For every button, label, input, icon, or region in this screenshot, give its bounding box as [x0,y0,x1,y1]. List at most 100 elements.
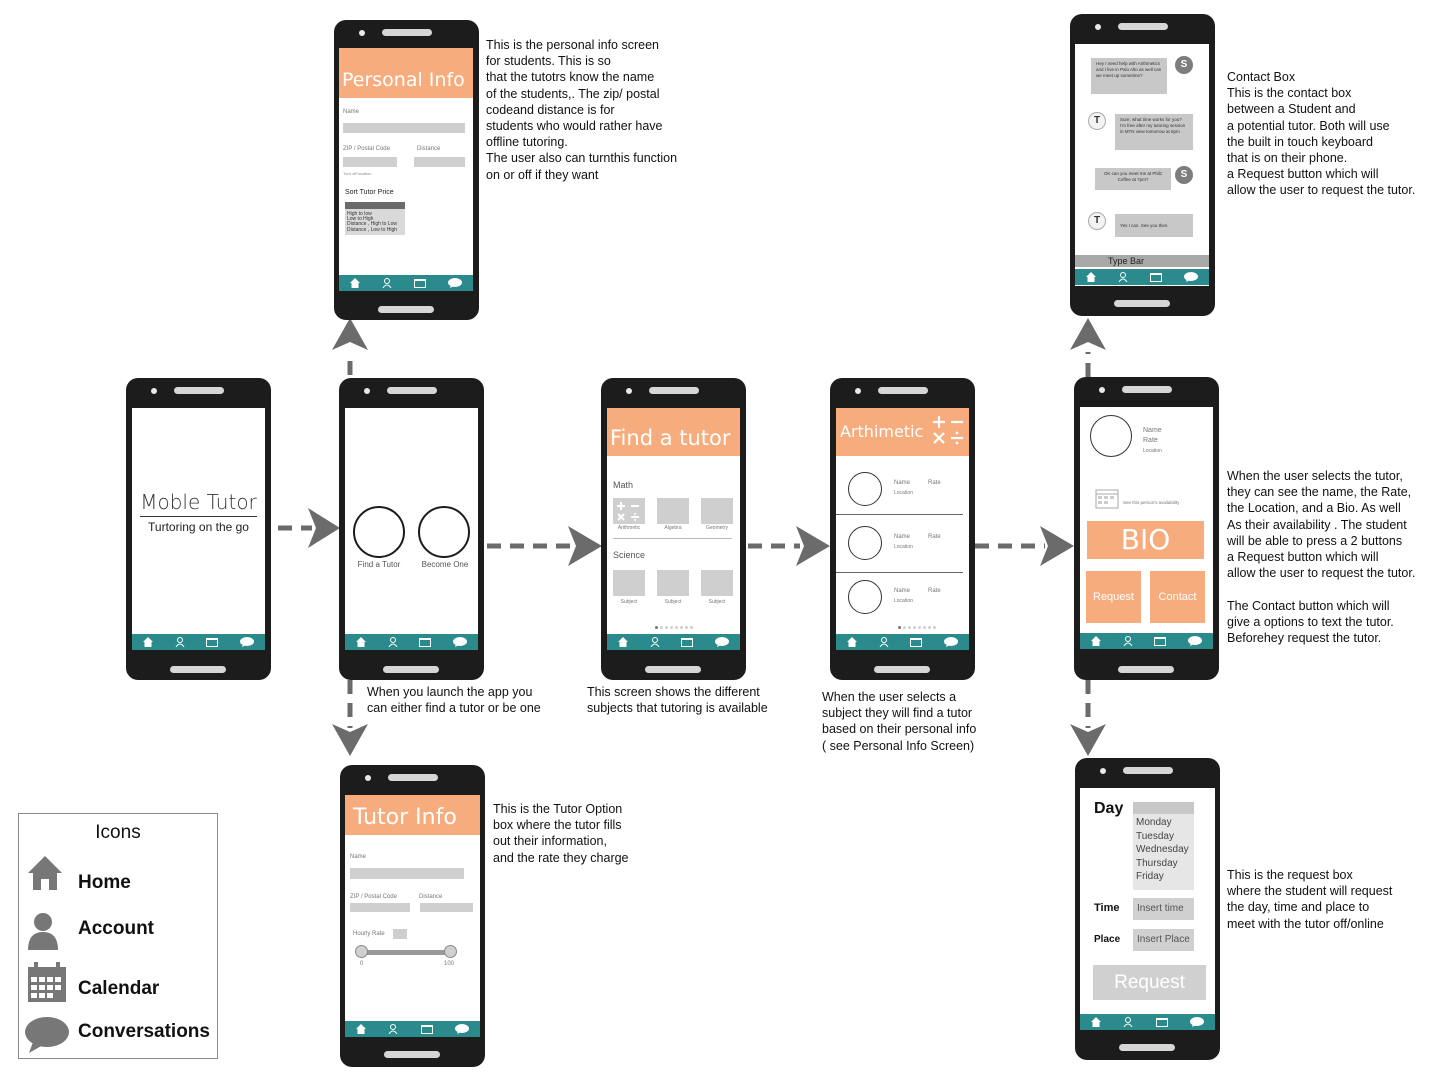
type-bar[interactable]: Type Bar [1075,255,1209,267]
note-contact-box: Contact Box This is the contact box betw… [1227,70,1416,198]
math-tile-2[interactable] [657,498,689,524]
slider-min-handle[interactable] [355,945,368,958]
sort-option[interactable]: Distance , Low to High [347,227,403,233]
home-icon[interactable] [846,637,857,647]
conversations-icon[interactable] [1188,636,1203,646]
slider-max-handle[interactable] [444,945,457,958]
account-icon[interactable] [175,637,185,647]
science-tile-3[interactable] [701,570,733,596]
account-icon[interactable] [388,1024,398,1034]
bottom-nav [339,275,473,291]
location-toggle-label[interactable]: Turn off location [343,171,371,176]
distance-field[interactable] [420,903,473,912]
contact-button[interactable]: Contact [1150,571,1205,623]
bottom-nav [607,634,740,650]
chat-message-tutor: Sure, what time works for you? I'm free … [1115,114,1193,150]
request-button[interactable]: Request [1086,571,1141,623]
conversations-icon[interactable] [944,637,959,647]
zip-field[interactable] [350,903,410,912]
account-icon[interactable] [388,637,398,647]
conversations-icon[interactable] [454,1024,469,1034]
account-icon[interactable] [1123,1017,1133,1027]
science-tile-2[interactable] [657,570,689,596]
place-field[interactable]: Insert Place [1133,929,1194,951]
home-screen: Find a Tutor Become One [345,408,478,650]
phone-home: Find a Tutor Become One [339,378,484,680]
camera-dot [359,30,365,36]
calendar-icon[interactable] [206,637,219,647]
calendar-icon[interactable] [910,637,923,647]
math-tile-1[interactable] [613,498,645,524]
availability-link[interactable]: See this person's availability [1123,500,1179,505]
conversations-icon[interactable] [715,637,730,647]
conversations-icon[interactable] [1189,1017,1204,1027]
home-button [1114,300,1170,307]
home-button [383,666,439,673]
tutor-info-screen: Tutor Info Name ZIP / Postal Code Distan… [345,795,480,1037]
day-option[interactable]: Friday [1136,870,1194,884]
tutor-location: Location [894,544,913,550]
tutor-row[interactable]: Name Rate Location [836,468,969,518]
home-icon[interactable] [1091,1017,1102,1027]
request-button[interactable]: Request [1093,965,1206,1000]
calendar-icon[interactable] [1154,636,1167,646]
calendar-icon[interactable] [414,278,426,288]
tutor-row[interactable]: Name Rate Location [836,522,969,572]
hourly-rate-field[interactable] [393,929,407,939]
conversations-icon[interactable] [453,637,468,647]
time-field[interactable]: Insert time [1133,898,1194,920]
day-option[interactable]: Wednesday [1136,843,1194,857]
conversations-icon[interactable] [448,278,462,288]
speaker [387,387,437,394]
home-icon[interactable] [1090,636,1101,646]
calendar-icon[interactable] [420,1024,433,1034]
home-icon[interactable] [356,1024,367,1034]
day-option[interactable]: Tuesday [1136,830,1194,844]
sort-dropdown[interactable] [345,202,405,209]
home-icon[interactable] [355,637,366,647]
rate-slider-track[interactable] [357,950,455,955]
sort-options[interactable]: High to low Low to High Distance , High … [345,209,405,235]
home-icon[interactable] [142,637,153,647]
day-option[interactable]: Thursday [1136,857,1194,871]
distance-field[interactable] [414,157,465,167]
calendar-icon[interactable] [1155,1017,1168,1027]
conversations-icon[interactable] [240,637,255,647]
slider-min-label: 0 [360,961,364,967]
zip-field[interactable] [343,157,397,167]
find-tutor-screen: Find a tutor Math Arithmetic Algebra Geo… [607,408,740,650]
row-divider [836,514,963,515]
become-tutor-button[interactable] [418,506,470,558]
day-option[interactable]: Monday [1136,816,1194,830]
math-tile-3[interactable] [701,498,733,524]
account-icon[interactable] [879,637,889,647]
speaker [1123,767,1173,774]
place-label: Place [1094,934,1121,945]
home-icon[interactable] [1086,272,1096,282]
account-icon[interactable] [1118,272,1128,282]
conversations-icon[interactable] [1184,272,1198,282]
home-icon[interactable] [617,637,628,647]
title-divider [140,516,257,517]
account-icon[interactable] [382,278,392,288]
account-icon[interactable] [650,637,660,647]
calendar-icon[interactable] [1095,487,1119,509]
find-tutor-button[interactable] [353,506,405,558]
calendar-icon[interactable] [419,637,432,647]
note-select-tutor: When the user selects the tutor, they ca… [1227,469,1416,646]
home-icon[interactable] [350,278,360,288]
header-title: Arthimetic [840,422,924,441]
day-list[interactable]: Monday Tuesday Wednesday Thursday Friday [1133,814,1194,890]
name-field[interactable] [343,123,465,133]
science-tile-1[interactable] [613,570,645,596]
tutor-row[interactable]: Name Rate Location [836,576,969,626]
app-title: Moble Tutor [140,490,257,514]
account-icon[interactable] [1123,636,1133,646]
calendar-icon[interactable] [681,637,694,647]
phone-personal-info: Personal Info Name ZIP / Postal Code Dis… [334,20,479,320]
name-label: Name [350,854,367,860]
day-dropdown-header[interactable] [1133,802,1194,814]
calendar-icon[interactable] [1150,272,1162,282]
speaker [1122,386,1172,393]
name-field[interactable] [350,868,464,879]
